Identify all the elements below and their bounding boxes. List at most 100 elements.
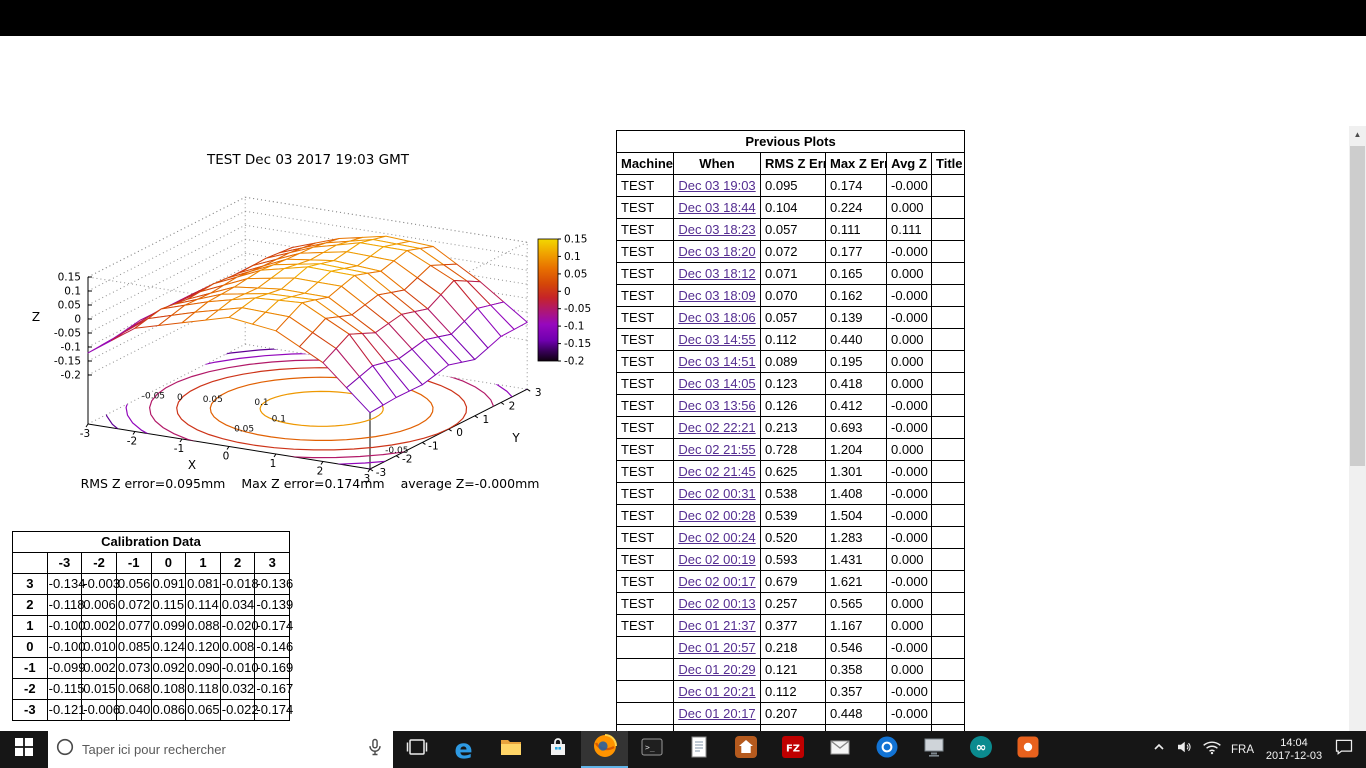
cell-avg: 0.000 (886, 196, 932, 219)
calibration-value: -0.139 (254, 594, 293, 616)
blue-app-taskbar-button[interactable] (863, 731, 910, 768)
cell-rms: 0.218 (760, 636, 826, 659)
previous-plot-row: TEST Dec 02 00:24 0.520 1.283 -0.000 (616, 526, 966, 549)
plot-link[interactable]: Dec 02 21:45 (678, 464, 755, 479)
mail-taskbar-button[interactable] (816, 731, 863, 768)
plot-link[interactable]: Dec 03 13:56 (678, 398, 755, 413)
plot-link[interactable]: Dec 02 00:24 (678, 530, 755, 545)
cell-machine: TEST (616, 350, 674, 373)
cell-avg: 0.000 (886, 262, 932, 285)
utility-app-taskbar-button[interactable] (910, 731, 957, 768)
cell-avg: 0.000 (886, 328, 932, 351)
calibration-row: -1 -0.099 0.002 0.073 0.092 0.090 -0.010 -0.169 (12, 657, 293, 679)
cell-when: Dec 03 18:06 (673, 306, 761, 329)
plot-link[interactable]: Dec 03 18:23 (678, 222, 755, 237)
plot-link[interactable]: Dec 03 14:51 (678, 354, 755, 369)
plot-link[interactable]: Dec 02 00:13 (678, 596, 755, 611)
file-explorer-taskbar-button[interactable] (487, 731, 534, 768)
cell-machine (616, 636, 674, 659)
plot-link[interactable]: Dec 03 14:05 (678, 376, 755, 391)
scrollbar-thumb[interactable] (1350, 146, 1365, 466)
vertical-scrollbar[interactable]: ▲ ▼ (1349, 126, 1366, 767)
web-page: 0.1 0.05 0 -0.05 -0.05 0.05 0.1 0.15 0.1 0.05 0 -0.… (0, 36, 1366, 768)
cell-avg: -0.000 (886, 482, 932, 505)
home-app-taskbar-button[interactable] (722, 731, 769, 768)
volume-icon[interactable] (1175, 738, 1193, 761)
scroll-up-arrow-icon[interactable]: ▲ (1349, 126, 1366, 143)
show-hidden-icons-chevron[interactable] (1152, 740, 1166, 759)
action-center-icon[interactable] (1334, 737, 1354, 762)
svg-text:0.05: 0.05 (564, 268, 587, 280)
cell-title (930, 284, 966, 307)
filezilla-taskbar-button[interactable]: FZ (769, 731, 816, 768)
cell-max: 1.283 (825, 526, 887, 549)
cell-rms: 0.057 (760, 306, 826, 329)
svg-text:-0.05: -0.05 (54, 328, 81, 340)
plot-link[interactable]: Dec 01 21:37 (678, 618, 755, 633)
plot-link[interactable]: Dec 02 00:17 (678, 574, 755, 589)
task-view-button[interactable] (393, 731, 440, 768)
cell-when: Dec 03 14:55 (673, 328, 761, 351)
network-wifi-icon[interactable] (1202, 739, 1222, 760)
previous-plot-row: TEST Dec 02 00:17 0.679 1.621 -0.000 (616, 570, 966, 593)
cell-rms: 0.679 (760, 570, 826, 593)
svg-text:0.1: 0.1 (564, 251, 581, 263)
edge-taskbar-button[interactable]: e (440, 731, 487, 768)
calibration-value: 0.085 (115, 636, 152, 658)
plot-link[interactable]: Dec 03 18:12 (678, 266, 755, 281)
plot-link[interactable]: Dec 01 20:21 (678, 684, 755, 699)
microphone-icon[interactable] (365, 737, 385, 762)
plot-link[interactable]: Dec 01 20:57 (678, 640, 755, 655)
cell-avg: -0.000 (886, 416, 932, 439)
svg-text:-0.1: -0.1 (61, 342, 82, 354)
firefox-taskbar-button[interactable] (581, 731, 628, 768)
previous-plots-table: Previous Plots Machine When RMS Z Err Ma… (615, 130, 966, 747)
plot-link[interactable]: Dec 02 21:55 (678, 442, 755, 457)
taskbar-search-box[interactable] (48, 731, 393, 768)
plot-link[interactable]: Dec 02 00:31 (678, 486, 755, 501)
clock[interactable]: 14:04 2017-12-03 (1263, 737, 1325, 763)
cell-max: 0.224 (825, 196, 887, 219)
cortana-circle-icon[interactable] (56, 738, 74, 761)
calibration-row: 1 -0.100 0.002 0.077 0.099 0.088 -0.020 -0.174 (12, 615, 293, 637)
row-header: -2 (12, 678, 48, 700)
col-header: 3 (254, 552, 290, 574)
cell-machine: TEST (616, 614, 674, 637)
plot-link[interactable]: Dec 02 22:21 (678, 420, 755, 435)
cell-avg: 0.000 (886, 548, 932, 571)
plot-link[interactable]: Dec 02 00:28 (678, 508, 755, 523)
document-icon (687, 735, 711, 764)
svg-text:FZ: FZ (785, 744, 799, 755)
cell-title (930, 262, 966, 285)
notepad-taskbar-button[interactable] (675, 731, 722, 768)
calibration-value: -0.022 (219, 699, 259, 721)
search-input[interactable] (82, 742, 357, 757)
plot-link[interactable]: Dec 02 00:19 (678, 552, 755, 567)
language-indicator[interactable]: FRA (1231, 744, 1254, 756)
shopping-bag-icon (546, 735, 570, 764)
terminal-taskbar-button[interactable]: >_ (628, 731, 675, 768)
plot-link[interactable]: Dec 03 18:20 (678, 244, 755, 259)
cell-max: 0.418 (825, 372, 887, 395)
plot-link[interactable]: Dec 01 20:17 (678, 706, 755, 721)
store-taskbar-button[interactable] (534, 731, 581, 768)
start-button[interactable] (0, 731, 48, 768)
orange-app-taskbar-button[interactable] (1004, 731, 1051, 768)
cell-rms: 0.095 (760, 174, 826, 197)
cell-rms: 0.728 (760, 438, 826, 461)
calibration-value: -0.099 (46, 657, 86, 679)
cell-rms: 0.072 (760, 240, 826, 263)
plot-link[interactable]: Dec 03 14:55 (678, 332, 755, 347)
calibration-value: -0.167 (254, 678, 293, 700)
cell-machine: TEST (616, 196, 674, 219)
arduino-taskbar-button[interactable]: ∞ (957, 731, 1004, 768)
svg-text:0: 0 (223, 451, 230, 463)
plot-link[interactable]: Dec 01 20:29 (678, 662, 755, 677)
calibration-value: 0.034 (219, 594, 256, 616)
plot-link[interactable]: Dec 03 18:06 (678, 310, 755, 325)
plot-link[interactable]: Dec 03 19:03 (678, 178, 755, 193)
previous-plot-row: TEST Dec 03 18:09 0.070 0.162 -0.000 (616, 284, 966, 307)
plot-link[interactable]: Dec 03 18:09 (678, 288, 755, 303)
plot-link[interactable]: Dec 03 18:44 (678, 200, 755, 215)
cell-max: 0.546 (825, 636, 887, 659)
